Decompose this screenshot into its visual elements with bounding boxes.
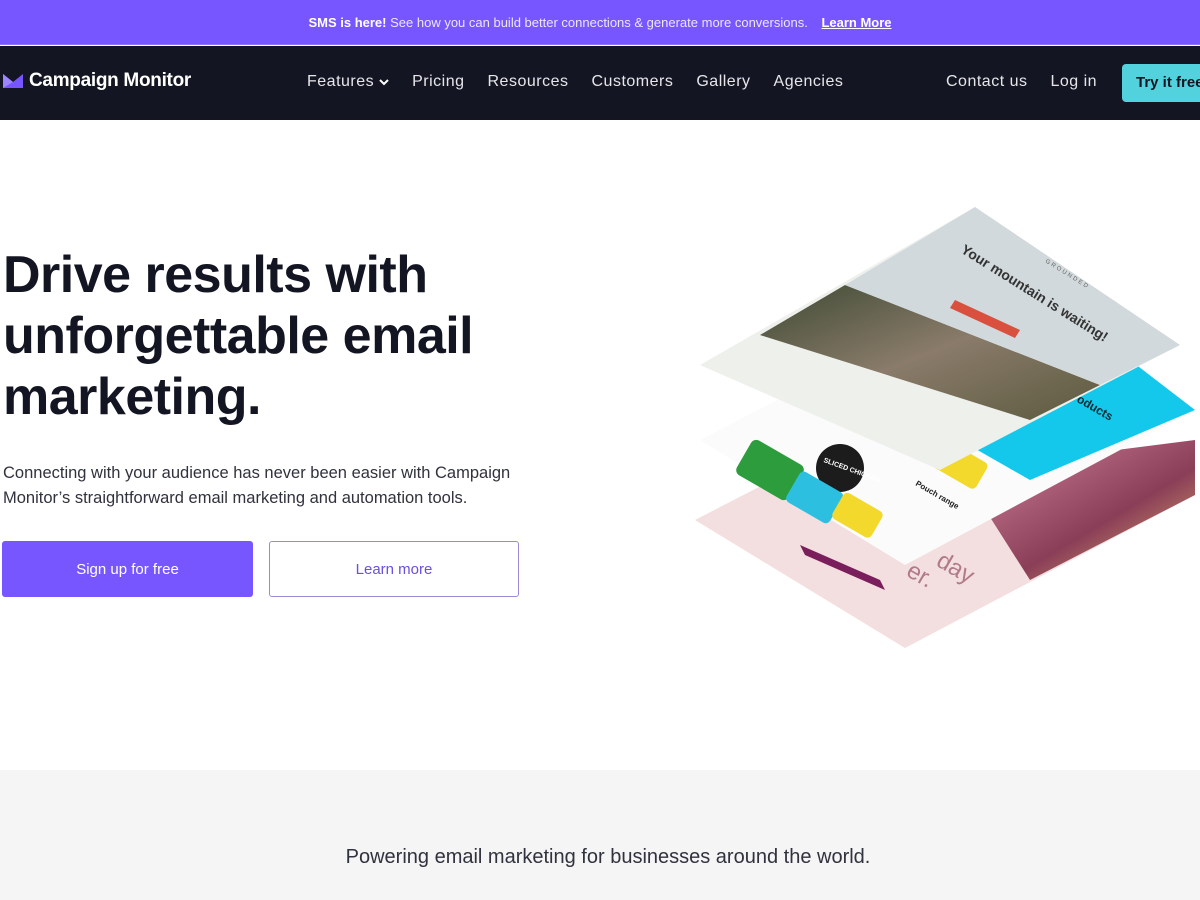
- hero-headline: Drive results with unforgettable email m…: [3, 246, 474, 426]
- envelope-logo-icon: [3, 74, 23, 88]
- banner-bold: SMS is here!: [308, 14, 387, 30]
- email-templates-illustration: day er. SLICED CHICKEN Products Pouch ra…: [695, 207, 1195, 648]
- nav-features-label: Features: [307, 73, 375, 90]
- nav-contact[interactable]: Contact us: [946, 73, 1027, 91]
- learn-more-button[interactable]: Learn more: [269, 541, 519, 597]
- try-it-free-button[interactable]: Try it free: [1122, 64, 1200, 102]
- nav-agencies[interactable]: Agencies: [774, 73, 844, 91]
- nav-login[interactable]: Log in: [1050, 73, 1097, 91]
- banner-learn-more-link[interactable]: Learn More: [821, 15, 891, 30]
- customers-band: Powering email marketing for businesses …: [0, 770, 1200, 900]
- announcement-banner: SMS is here! See how you can build bette…: [0, 0, 1200, 45]
- chevron-down-icon: [379, 79, 389, 86]
- nav-customers[interactable]: Customers: [591, 73, 673, 91]
- nav-resources[interactable]: Resources: [488, 73, 569, 91]
- banner-text: See how you can build better connections…: [390, 14, 808, 30]
- sign-up-button[interactable]: Sign up for free: [2, 541, 253, 597]
- logo[interactable]: Campaign Monitor: [3, 70, 191, 92]
- top-nav: Campaign Monitor Features Pricing Resour…: [0, 46, 1200, 120]
- nav-pricing[interactable]: Pricing: [412, 73, 464, 91]
- band-text: Powering email marketing for businesses …: [345, 846, 871, 868]
- nav-features[interactable]: Features: [307, 73, 389, 91]
- logo-text: Campaign Monitor: [29, 70, 191, 91]
- nav-gallery[interactable]: Gallery: [696, 73, 750, 91]
- hero-lead: Connecting with your audience has never …: [3, 464, 511, 507]
